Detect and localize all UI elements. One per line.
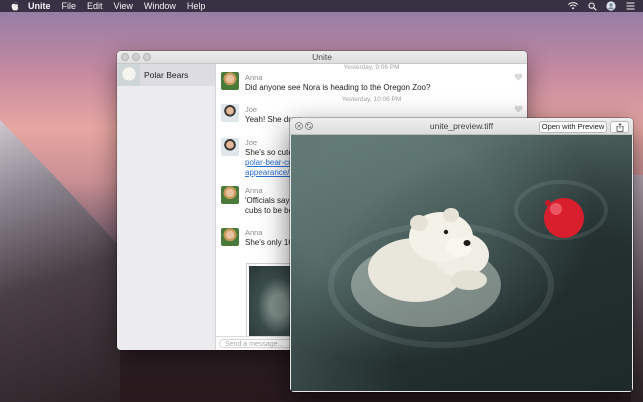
message-timestamp: Yesterday, 9:06 PM	[343, 64, 400, 71]
menu-edit[interactable]: Edit	[87, 0, 103, 12]
avatar	[221, 138, 239, 156]
share-icon	[616, 122, 623, 132]
menu-list-icon[interactable]	[625, 1, 635, 11]
menu-extras	[568, 0, 635, 12]
heart-icon[interactable]	[513, 104, 523, 113]
polar-bear-photo	[291, 135, 632, 391]
message-text: Did anyone see Nora is heading to the Or…	[245, 83, 431, 92]
avatar	[221, 228, 239, 246]
message-timestamp: Yesterday, 10:06 PM	[341, 96, 402, 103]
apple-icon[interactable]	[10, 1, 19, 11]
chat-label: Polar Bears	[144, 70, 189, 80]
message-sender: Anna	[245, 186, 263, 195]
search-icon[interactable]	[587, 1, 597, 11]
sidebar-chat-polar-bears[interactable]: Polar Bears	[117, 64, 215, 86]
heart-icon[interactable]	[513, 72, 523, 81]
share-button[interactable]	[610, 121, 629, 133]
preview-titlebar[interactable]: unite_preview.tiff Open with Preview	[290, 118, 633, 135]
user-icon[interactable]	[606, 1, 616, 11]
avatar	[221, 186, 239, 204]
avatar	[221, 104, 239, 122]
open-with-preview-button[interactable]: Open with Preview	[539, 121, 607, 133]
message-sender: Joe	[245, 105, 258, 114]
chat-sidebar: Polar Bears	[117, 64, 216, 350]
wifi-icon[interactable]	[568, 1, 578, 11]
photo-artwork	[328, 180, 608, 348]
menu-window[interactable]: Window	[144, 0, 176, 12]
menu-view[interactable]: View	[114, 0, 133, 12]
unite-titlebar[interactable]: Unite	[117, 51, 527, 64]
message-text: 'Officials say h	[245, 196, 297, 205]
image-preview-window: unite_preview.tiff Open with Preview	[290, 118, 633, 392]
menu-app-unite[interactable]: Unite	[28, 0, 51, 12]
avatar	[221, 72, 239, 90]
chat-avatar	[118, 64, 140, 86]
message-sender: Anna	[245, 228, 263, 237]
message-sender: Anna	[245, 73, 263, 82]
menu-bar: Unite File Edit View Window Help	[0, 0, 643, 12]
message-sender: Joe	[245, 138, 258, 147]
menu-file[interactable]: File	[62, 0, 77, 12]
menu-help[interactable]: Help	[187, 0, 206, 12]
mountain-left	[0, 120, 120, 402]
window-title: Unite	[312, 52, 332, 62]
